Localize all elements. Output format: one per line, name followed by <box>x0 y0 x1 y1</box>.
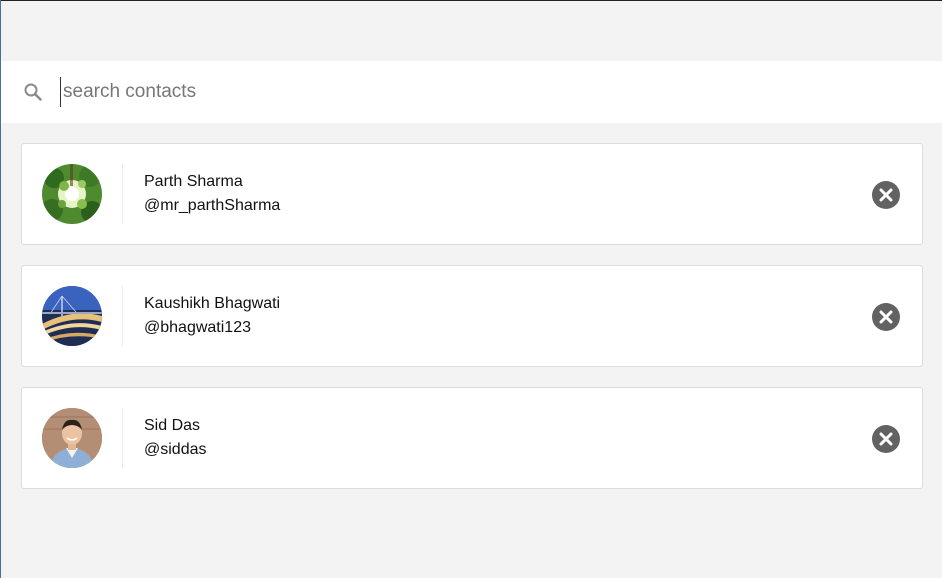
remove-contact-button[interactable] <box>872 303 900 331</box>
close-icon <box>879 188 893 202</box>
search-input[interactable] <box>60 77 923 107</box>
contact-name: Parth Sharma <box>144 173 243 190</box>
contact-handle: @bhagwati123 <box>144 319 251 336</box>
close-icon <box>879 432 893 446</box>
avatar[interactable] <box>42 408 102 468</box>
close-icon <box>879 310 893 324</box>
avatar[interactable] <box>42 286 102 346</box>
contact-name: Sid Das <box>144 417 201 434</box>
card-divider <box>122 286 123 346</box>
remove-contact-button[interactable] <box>872 181 900 209</box>
search-bar <box>1 61 942 123</box>
contact-handle: @siddas <box>144 441 207 458</box>
contact-name: Kaushikh Bhagwati <box>144 295 281 312</box>
card-divider <box>122 408 123 468</box>
contact-handle: @mr_parthSharma <box>144 197 281 214</box>
window-top-border <box>0 0 942 1</box>
remove-contact-button[interactable] <box>872 425 900 453</box>
card-divider <box>122 164 123 224</box>
avatar[interactable] <box>42 164 102 224</box>
contact-card: Kaushikh Bhagwati @bhagwati123 <box>21 265 923 367</box>
contact-card: Parth Sharma @mr_parthSharma <box>21 143 923 245</box>
contact-card: Sid Das @siddas <box>21 387 923 489</box>
search-icon[interactable] <box>23 82 43 102</box>
